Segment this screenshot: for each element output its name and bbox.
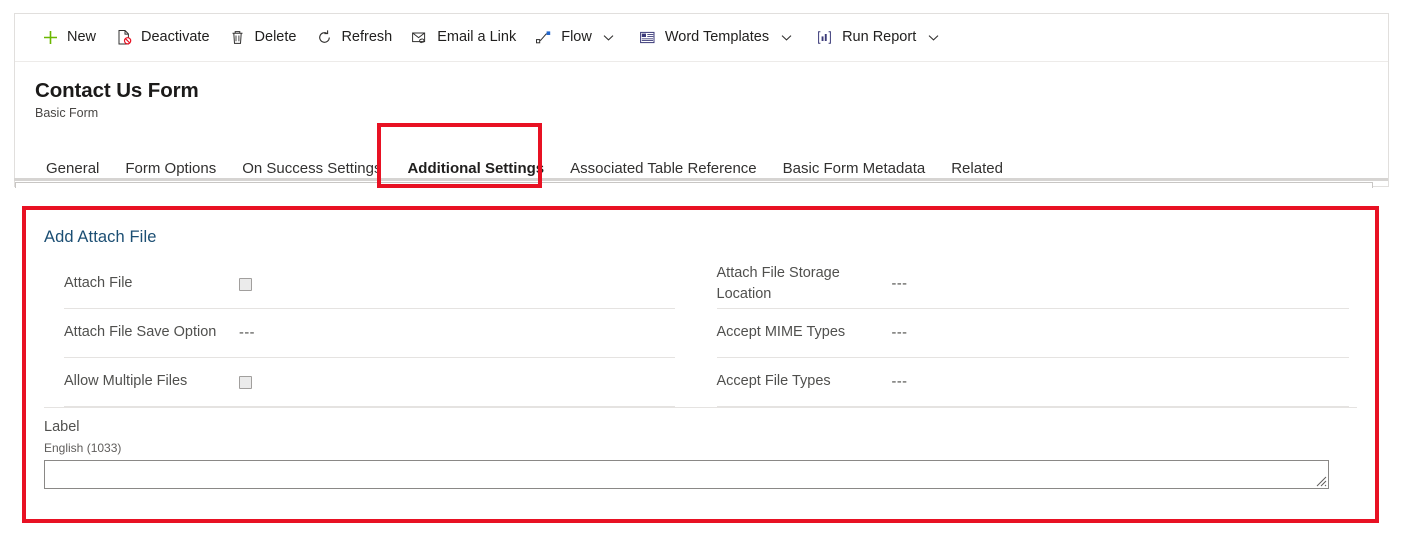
refresh-icon: [314, 28, 334, 48]
label-heading: Label: [44, 419, 80, 435]
section-divider: [44, 407, 1357, 408]
clipped-panel-above-section: [15, 182, 1373, 188]
accept-file-types-value[interactable]: ---: [892, 374, 908, 390]
panel-divider: [14, 178, 1388, 181]
field-row-attach-file-save-option: Attach File Save Option ---: [64, 309, 675, 358]
word-templates-button-label: Word Templates: [664, 29, 770, 46]
right-column: Attach File Storage Location --- Accept …: [701, 260, 1376, 407]
field-label: Attach File: [64, 275, 133, 292]
deactivate-button-label: Deactivate: [141, 29, 210, 46]
tab-label: Additional Settings: [407, 160, 545, 177]
word-templates-button[interactable]: Word Templates: [629, 19, 806, 57]
deactivate-button[interactable]: Deactivate: [105, 19, 219, 57]
chevron-down-icon[interactable]: [922, 19, 944, 57]
new-button-label: New: [67, 29, 97, 46]
field-row-accept-file-types: Accept File Types ---: [716, 358, 1349, 407]
add-attach-file-section: Add Attach File Attach File Attach File …: [26, 210, 1375, 519]
field-row-attach-file: Attach File: [64, 260, 675, 309]
email-a-link-button[interactable]: Email a Link: [401, 19, 525, 57]
record-type-label: Basic Form: [35, 105, 99, 120]
record-header: Contact Us Form Basic Form: [15, 63, 1388, 120]
deactivate-icon: [114, 28, 134, 48]
attach-file-checkbox[interactable]: [239, 277, 252, 291]
command-bar: New Deactivate Delete Refresh Email a Li…: [15, 14, 1388, 62]
label-block: Label English (1033): [44, 419, 1357, 489]
tab-label: Associated Table Reference: [570, 160, 757, 177]
flow-button[interactable]: Flow: [525, 19, 629, 57]
field-label: Allow Multiple Files: [64, 373, 188, 390]
run-report-icon: [815, 28, 835, 48]
field-label: Accept MIME Types: [716, 324, 846, 341]
accept-mime-types-value[interactable]: ---: [892, 325, 908, 341]
attach-file-storage-location-value[interactable]: ---: [892, 276, 908, 292]
field-label: Accept File Types: [716, 373, 831, 390]
tab-label: Related: [951, 160, 1003, 177]
flow-icon: [534, 28, 554, 48]
tab-label: Form Options: [125, 160, 217, 177]
attach-file-save-option-value[interactable]: ---: [239, 325, 255, 341]
trash-icon: [228, 28, 248, 48]
refresh-button-label: Refresh: [341, 29, 393, 46]
run-report-button-label: Run Report: [842, 29, 917, 46]
delete-button-label: Delete: [254, 29, 297, 46]
run-report-button[interactable]: Run Report: [806, 19, 953, 57]
label-input[interactable]: [44, 460, 1329, 489]
field-row-allow-multiple-files: Allow Multiple Files: [64, 358, 675, 407]
left-column: Attach File Attach File Save Option --- …: [26, 260, 701, 407]
field-row-attach-file-storage-location: Attach File Storage Location ---: [716, 260, 1349, 309]
chevron-down-icon[interactable]: [775, 19, 797, 57]
chevron-down-icon[interactable]: [598, 19, 620, 57]
page-title: Contact Us Form: [35, 79, 199, 102]
field-label: Attach File Save Option: [64, 324, 217, 341]
refresh-button[interactable]: Refresh: [305, 19, 401, 57]
tab-label: Basic Form Metadata: [782, 160, 926, 177]
field-row-accept-mime-types: Accept MIME Types ---: [716, 309, 1349, 358]
email-a-link-button-label: Email a Link: [437, 29, 517, 46]
section-title: Add Attach File: [44, 228, 157, 246]
label-locale: English (1033): [44, 441, 122, 455]
word-template-icon: [638, 28, 658, 48]
email-link-icon: [410, 28, 430, 48]
plus-icon: [40, 28, 60, 48]
field-label: Attach File Storage Location: [716, 264, 840, 302]
resize-grip-icon: [1316, 476, 1327, 487]
tab-label: General: [46, 160, 100, 177]
delete-button[interactable]: Delete: [219, 19, 306, 57]
flow-button-label: Flow: [561, 29, 592, 46]
field-columns: Attach File Attach File Save Option --- …: [26, 260, 1375, 407]
new-button[interactable]: New: [31, 19, 105, 57]
app-frame: New Deactivate Delete Refresh Email a Li…: [14, 13, 1389, 187]
tab-label: On Success Settings: [242, 160, 382, 177]
allow-multiple-files-checkbox[interactable]: [239, 375, 252, 389]
